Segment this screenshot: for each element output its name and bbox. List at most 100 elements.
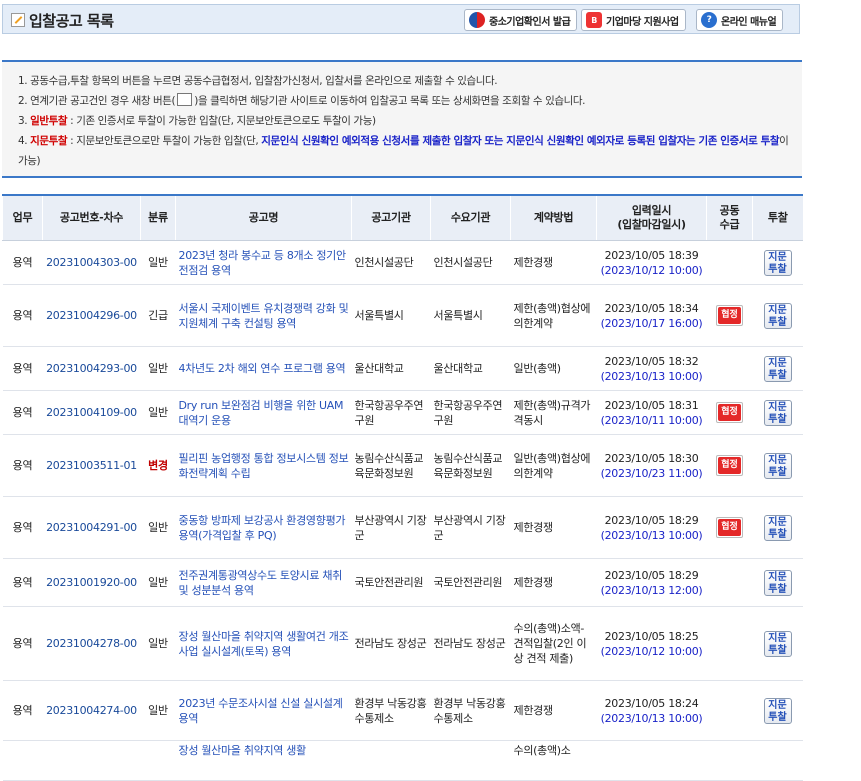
header-demand[interactable]: 수요기관	[430, 194, 511, 241]
deadline-datetime: (2023/10/13 10:00)	[600, 711, 703, 725]
cell-datetime	[596, 740, 707, 781]
cell-bid: 지문 투찰	[752, 240, 803, 285]
table-header-row: 업무 공고번호-차수 분류 공고명 공고기관 수요기관 계약방법 입력일시 (입찰…	[2, 194, 803, 241]
notice-line-4: 4. 지문투찰 : 지문보안토큰으로만 투찰이 가능한 입찰(단, 지문인식 신…	[18, 135, 789, 167]
cell-title-link[interactable]: Dry run 보완점검 비행을 위한 UAM 대역기 운용	[175, 390, 352, 435]
cell-title-link[interactable]: 필리핀 농업행정 통합 정보시스템 정보화전략계획 수립	[175, 434, 352, 497]
fingerprint-bid-button[interactable]: 지문 투찰	[763, 355, 792, 382]
cell-bid: 지문 투찰	[752, 346, 803, 391]
cell-title-link[interactable]: 2023년 수문조사시설 신설 실시설계용역	[175, 680, 352, 741]
cell-class: 일반	[140, 680, 176, 741]
cell-datetime: 2023/10/05 18:39 (2023/10/12 10:00)	[596, 240, 707, 285]
cell-class: 일반	[140, 496, 176, 559]
cell-biz: 용역	[2, 390, 43, 435]
agreement-button[interactable]: 협정	[716, 517, 743, 538]
input-datetime: 2023/10/05 18:25	[604, 629, 699, 643]
cell-notice-no[interactable]: 20231004109-00	[42, 390, 141, 435]
cell-bid: 지문 투찰	[752, 496, 803, 559]
cell-title-link[interactable]: 중동항 방파제 보강공사 환경영향평가용역(가격입찰 후 PQ)	[175, 496, 352, 559]
input-datetime: 2023/10/05 18:24	[604, 696, 699, 710]
fingerprint-bid-button[interactable]: 지문 투찰	[763, 630, 792, 657]
deadline-datetime: (2023/10/13 10:00)	[600, 369, 703, 383]
sme-certificate-button[interactable]: 중소기업확인서 발급	[464, 9, 578, 31]
cell-method: 제한경쟁	[510, 240, 597, 285]
notice-line-1: 1. 공동수급,투찰 항목의 버튼을 누르면 공동수급협정서, 입찰참가신청서,…	[18, 75, 498, 87]
cell-notice-no[interactable]: 20231004278-00	[42, 606, 141, 681]
fingerprint-bid-button[interactable]: 지문 투찰	[763, 697, 792, 724]
agreement-button[interactable]: 협정	[716, 402, 743, 423]
cell-title-link[interactable]: 장성 월산마을 취약지역 생활	[175, 740, 352, 781]
cell-org: 서울특별시	[351, 284, 431, 347]
cell-org: 전라남도 장성군	[351, 606, 431, 681]
cell-method: 제한(총액)협상에의한계약	[510, 284, 597, 347]
cell-title-link[interactable]: 2023년 청라 봉수교 등 8개소 정기안전점검 용역	[175, 240, 352, 285]
header-method[interactable]: 계약방법	[510, 194, 597, 241]
cell-method: 일반(총액)	[510, 346, 597, 391]
fingerprint-bid-button[interactable]: 지문 투찰	[763, 249, 792, 276]
cell-class: 일반	[140, 558, 176, 607]
cell-notice-no[interactable]: 20231004303-00	[42, 240, 141, 285]
fingerprint-bid-button[interactable]: 지문 투찰	[763, 302, 792, 329]
cell-title-link[interactable]: 4차년도 2차 해외 연수 프로그램 용역	[175, 346, 352, 391]
cell-title-link[interactable]: 장성 월산마을 취약지역 생활여건 개조사업 실시설계(토목) 용역	[175, 606, 352, 681]
table-row: 용역 20231004303-00 일반 2023년 청라 봉수교 등 8개소 정기안…	[2, 240, 803, 285]
agreement-button[interactable]: 협정	[716, 305, 743, 326]
cell-joint: 협정	[706, 390, 753, 435]
cell-org: 한국항공우주연구원	[351, 390, 431, 435]
cell-notice-no[interactable]: 20231001920-00	[42, 558, 141, 607]
cell-title-link[interactable]: 서울시 국제이벤트 유치경쟁력 강화 및 지원체계 구축 컨설팅 용역	[175, 284, 352, 347]
deadline-datetime: (2023/10/13 12:00)	[600, 583, 703, 597]
deadline-datetime: (2023/10/17 16:00)	[600, 316, 703, 330]
cell-biz: 용역	[2, 284, 43, 347]
input-datetime: 2023/10/05 18:29	[604, 568, 699, 582]
cell-bid: 지문 투찰	[752, 284, 803, 347]
header-biz[interactable]: 업무	[2, 194, 43, 241]
agreement-button[interactable]: 협정	[716, 455, 743, 476]
sme-certificate-label: 중소기업확인서 발급	[489, 16, 571, 28]
header-datetime[interactable]: 입력일시 (입찰마감일시)	[596, 194, 707, 241]
cell-notice-no[interactable]: 20231004291-00	[42, 496, 141, 559]
cell-method: 수의(총액)소액-견적입찰(2인 이상 견적 제출)	[510, 606, 597, 681]
bizinfo-button[interactable]: B 기업마당 지원사업	[581, 9, 686, 31]
header-org[interactable]: 공고기관	[351, 194, 431, 241]
cell-title-link[interactable]: 전주권계통광역상수도 토양시료 채취 및 성분분석 용역	[175, 558, 352, 607]
cell-method: 일반(총액)협상에의한계약	[510, 434, 597, 497]
cell-joint: 협정	[706, 496, 753, 559]
cell-notice-no[interactable]: 20231004296-00	[42, 284, 141, 347]
header-title[interactable]: 공고명	[175, 194, 352, 241]
table-row: 용역 20231001920-00 일반 전주권계통광역상수도 토양시료 채취 및 성…	[2, 558, 803, 607]
cell-bid	[752, 740, 803, 781]
header-notice-no[interactable]: 공고번호-차수	[42, 194, 141, 241]
fingerprint-bid-button[interactable]: 지문 투찰	[763, 452, 792, 479]
input-datetime: 2023/10/05 18:30	[604, 451, 699, 465]
cell-datetime: 2023/10/05 18:29 (2023/10/13 12:00)	[596, 558, 707, 607]
fingerprint-bid-button[interactable]: 지문 투찰	[763, 399, 792, 426]
fingerprint-bid-button[interactable]: 지문 투찰	[763, 514, 792, 541]
cell-datetime: 2023/10/05 18:31 (2023/10/11 10:00)	[596, 390, 707, 435]
online-manual-button[interactable]: ? 온라인 매뉴얼	[696, 9, 784, 31]
cell-biz: 용역	[2, 680, 43, 741]
cell-notice-no[interactable]: 20231003511-01	[42, 434, 141, 497]
deadline-datetime: (2023/10/11 10:00)	[600, 413, 703, 427]
fingerprint-bid-button[interactable]: 지문 투찰	[763, 569, 792, 596]
cell-class	[140, 740, 176, 781]
header-bid: 투찰	[752, 194, 803, 241]
cell-notice-no[interactable]: 20231004274-00	[42, 680, 141, 741]
cell-bid: 지문 투찰	[752, 558, 803, 607]
cell-notice-no[interactable]: 20231004293-00	[42, 346, 141, 391]
cell-datetime: 2023/10/05 18:30 (2023/10/23 11:00)	[596, 434, 707, 497]
cell-method: 제한경쟁	[510, 496, 597, 559]
cell-datetime: 2023/10/05 18:29 (2023/10/13 10:00)	[596, 496, 707, 559]
table-row: 장성 월산마을 취약지역 생활 수의(총액)소	[2, 740, 803, 781]
header-joint: 공동 수급	[706, 194, 753, 241]
cell-class: 긴급	[140, 284, 176, 347]
cell-joint	[706, 558, 753, 607]
input-datetime: 2023/10/05 18:39	[604, 248, 699, 262]
cell-method: 제한(총액)규격가격동시	[510, 390, 597, 435]
new-window-icon	[177, 93, 193, 106]
cell-class: 일반	[140, 240, 176, 285]
cell-biz: 용역	[2, 558, 43, 607]
table-row: 용역 20231004296-00 긴급 서울시 국제이벤트 유치경쟁력 강화 및 지…	[2, 284, 803, 347]
header-class[interactable]: 분류	[140, 194, 176, 241]
cell-notice-no[interactable]	[42, 740, 141, 781]
